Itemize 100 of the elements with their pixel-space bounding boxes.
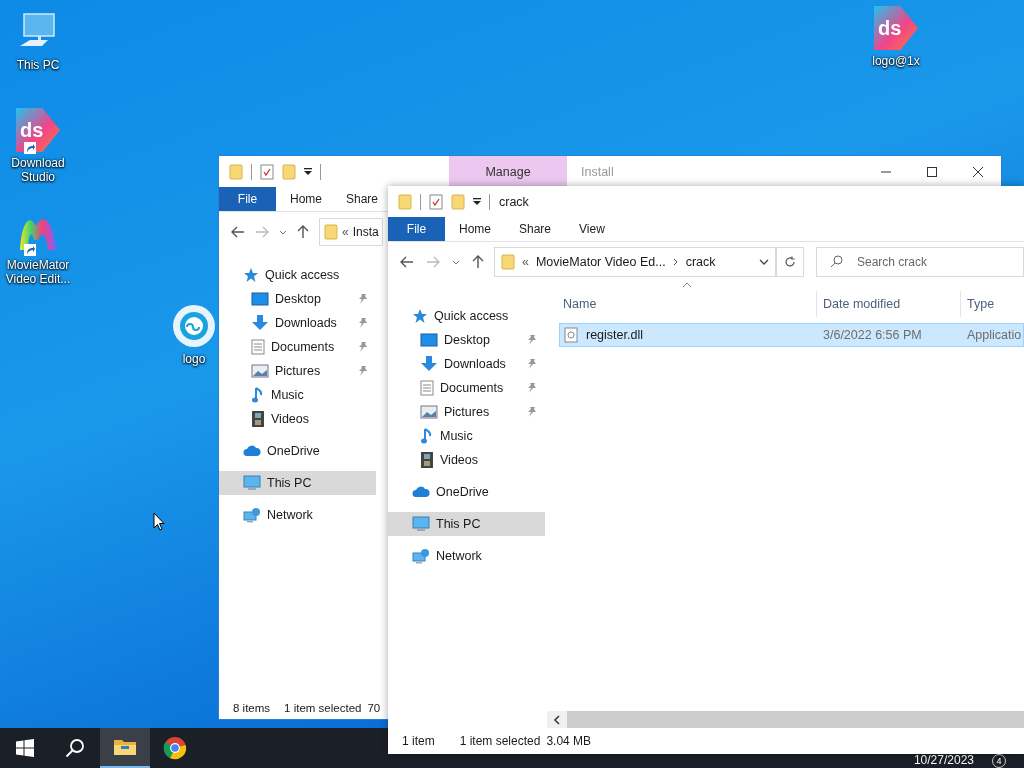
network-icon (412, 548, 430, 564)
type-cell-text: Applicatio (966, 328, 1023, 342)
back-arrow-icon[interactable] (400, 256, 414, 268)
film-strip-icon (251, 410, 265, 428)
ribbon-tab[interactable]: Share (505, 217, 566, 241)
down-arrow-icon (251, 315, 269, 331)
horizontal-scrollbar[interactable] (547, 711, 1024, 728)
customize-dropdown-icon[interactable] (473, 197, 481, 206)
dropdown-caret-icon[interactable] (759, 259, 769, 265)
music-note-icon (251, 386, 265, 404)
nav-item[interactable]: Downloads (388, 352, 545, 376)
nav-item[interactable]: Pictures (219, 359, 376, 383)
nav-item[interactable]: Videos (219, 407, 376, 431)
up-arrow-icon[interactable] (297, 225, 309, 239)
clock-date[interactable]: 10/27/2023 (913, 753, 974, 767)
nav-item[interactable]: Videos (388, 448, 545, 472)
taskbar-app-button[interactable] (100, 728, 150, 768)
film-strip-icon (420, 451, 434, 469)
chain-logo-icon[interactable] (171, 303, 217, 349)
refresh-icon (784, 256, 796, 268)
column-header[interactable]: Name (557, 291, 817, 317)
document-icon (251, 339, 265, 355)
status-text: 1 item (402, 734, 435, 748)
status-text: 1 item selected (284, 702, 362, 714)
file-tab[interactable]: File (219, 187, 276, 211)
overflow-mark[interactable]: « (522, 255, 529, 269)
address-bar[interactable]: « MovieMator Video Ed... crack (494, 247, 776, 277)
nav-item[interactable]: OneDrive (219, 439, 376, 463)
folder-icon (113, 737, 137, 757)
settings-file-icon (564, 327, 578, 343)
search-icon (830, 255, 843, 268)
breadcrumb[interactable]: crack (685, 255, 716, 269)
picture-frame-icon (420, 405, 438, 419)
nav-item[interactable]: Desktop (388, 328, 545, 352)
close-icon (973, 166, 983, 177)
nav-item[interactable]: Quick access (388, 304, 545, 328)
status-text: 8 items (233, 702, 271, 714)
back-arrow-icon[interactable] (231, 226, 245, 238)
cloud-icon (412, 486, 430, 498)
ribbon-tab[interactable]: Home (445, 217, 505, 241)
desktop-icon (420, 333, 438, 347)
status-text: 70 (367, 702, 381, 714)
date-cell-text: 3/6/2022 6:56 PM (822, 328, 923, 342)
nav-item[interactable]: Music (388, 424, 545, 448)
nav-item[interactable]: Network (388, 544, 545, 568)
overflow-mark[interactable]: « (342, 225, 349, 239)
monitor-icon (243, 475, 261, 491)
nav-item[interactable]: Documents (388, 376, 545, 400)
nav-item[interactable]: Quick access (219, 263, 376, 287)
music-note-icon (420, 427, 434, 445)
nav-item[interactable]: Music (219, 383, 376, 407)
nav-item[interactable]: OneDrive (388, 480, 545, 504)
customize-dropdown-icon[interactable] (304, 167, 312, 176)
properties-icon[interactable] (260, 163, 274, 180)
desktop-icon-label[interactable]: This PC (16, 58, 60, 72)
nav-item[interactable]: Network (219, 503, 376, 527)
star-icon (243, 267, 259, 283)
search-icon (65, 738, 85, 758)
column-header[interactable]: Type (961, 291, 1024, 317)
file-name: register.dll (586, 328, 643, 342)
status-text: 3.04 MB (546, 734, 592, 748)
nav-item[interactable]: Desktop (219, 287, 376, 311)
desktop-icon (251, 292, 269, 306)
network-icon (243, 507, 261, 523)
document-icon (420, 380, 434, 396)
folder-icon (501, 254, 515, 270)
cloud-icon (243, 445, 261, 457)
address-bar[interactable]: « Insta (319, 218, 383, 246)
play-logo-icon[interactable]: ds (874, 6, 918, 50)
nav-item[interactable]: Pictures (388, 400, 545, 424)
window-title: Install (581, 164, 614, 179)
refresh-button[interactable] (776, 247, 804, 277)
column-header[interactable]: Date modified (817, 291, 961, 317)
manage-tab[interactable]: Manage (449, 156, 567, 187)
browser-icon (163, 736, 187, 760)
up-arrow-icon[interactable] (472, 255, 484, 269)
nav-item[interactable]: This PC (219, 471, 376, 495)
nav-item[interactable]: This PC (388, 512, 545, 536)
breadcrumb[interactable]: MovieMator Video Ed... (535, 255, 666, 269)
monitor-icon (412, 516, 430, 532)
nav-item[interactable]: Documents (219, 335, 376, 359)
play-logo-icon[interactable]: ds (16, 108, 60, 152)
file-row[interactable]: register.dll 3/6/2022 6:56 PM Applicatio (559, 323, 1024, 347)
status-text: 1 item selected (459, 734, 541, 748)
search-field[interactable]: Search crack (816, 247, 1024, 277)
file-tab[interactable]: File (388, 217, 445, 241)
down-arrow-icon (420, 356, 438, 372)
nav-item[interactable]: Downloads (219, 311, 376, 335)
breadcrumb[interactable]: Insta (352, 225, 379, 239)
scroll-left-icon[interactable] (553, 714, 561, 725)
folder-icon (324, 224, 338, 240)
ribbon-tab[interactable]: Home (276, 187, 332, 211)
window-title: crack (499, 194, 529, 209)
recent-dropdown-icon[interactable] (452, 259, 460, 265)
properties-icon[interactable] (429, 193, 443, 210)
recent-dropdown-icon[interactable] (279, 229, 287, 235)
chevron-icon[interactable] (672, 258, 679, 266)
star-icon (412, 308, 428, 324)
ribbon-tab[interactable]: View (565, 217, 619, 241)
ribbon-tab[interactable]: Share (332, 187, 389, 211)
